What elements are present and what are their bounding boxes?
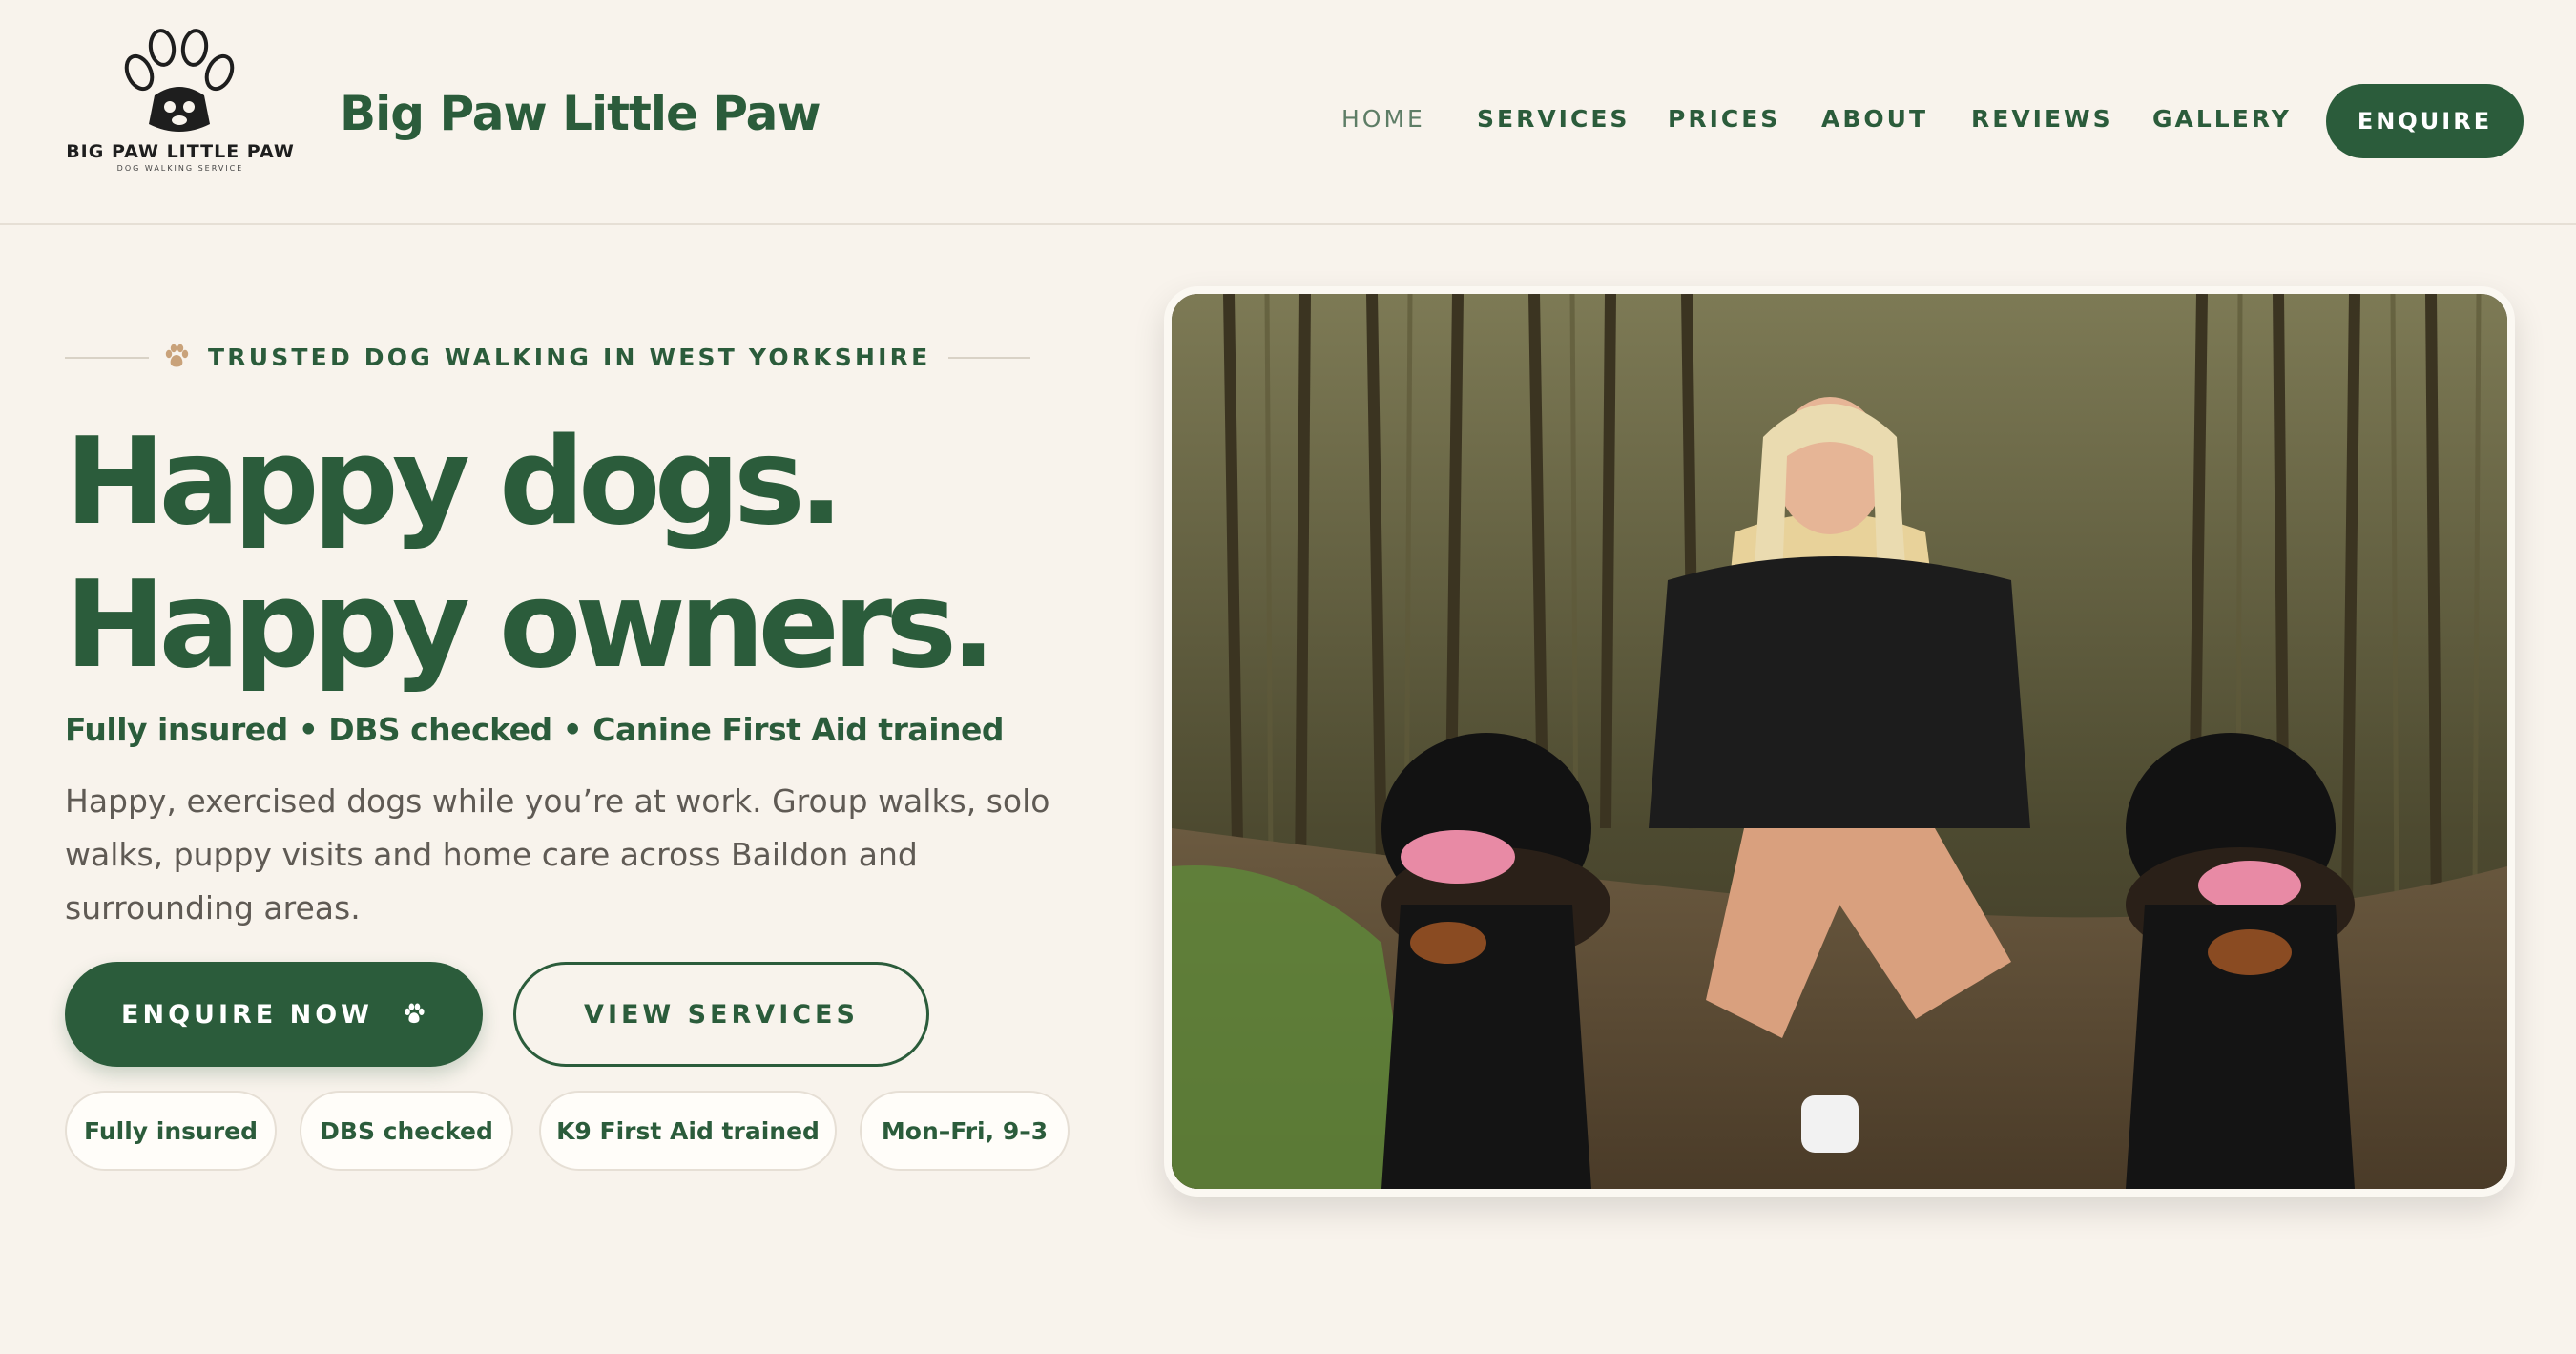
chip-fully-insured: Fully insured	[65, 1091, 277, 1171]
nav-reviews[interactable]: REVIEWS	[1971, 105, 2113, 133]
chip-hours: Mon–Fri, 9–3	[860, 1091, 1070, 1171]
nav-prices[interactable]: PRICES	[1668, 105, 1780, 133]
logo-title: BIG PAW LITTLE PAW	[66, 141, 295, 162]
nav-services[interactable]: SERVICES	[1477, 105, 1630, 133]
main-nav: HOME SERVICES PRICES ABOUT REVIEWS GALLE…	[0, 105, 2576, 143]
nav-home[interactable]: HOME	[1341, 105, 1425, 133]
eyebrow-text: TRUSTED DOG WALKING IN WEST YORKSHIRE	[208, 343, 931, 371]
chip-k9-first-aid: K9 First Aid trained	[539, 1091, 837, 1171]
hero-headline: Happy dogs. Happy owners.	[65, 410, 1076, 697]
eyebrow-divider-right	[948, 357, 1030, 359]
hero-photo	[1164, 286, 2515, 1197]
enquire-button[interactable]: ENQUIRE	[2326, 84, 2524, 158]
enquire-now-label: ENQUIRE NOW	[121, 999, 373, 1030]
nav-gallery[interactable]: GALLERY	[2152, 105, 2292, 133]
eyebrow-divider-left	[65, 357, 149, 359]
paw-icon	[405, 1003, 425, 1024]
hero-photo-illustration	[1172, 294, 2507, 1189]
hero-intro: Happy, exercised dogs while you’re at wo…	[65, 782, 1050, 927]
hero-credentials: Fully insured • DBS checked • Canine Fir…	[65, 711, 1005, 748]
paw-icon	[165, 344, 189, 367]
headline-line-1: Happy dogs.	[65, 411, 844, 552]
chip-dbs-checked: DBS checked	[300, 1091, 513, 1171]
view-services-button[interactable]: VIEW SERVICES	[513, 962, 929, 1067]
site-header: BIG PAW LITTLE PAW DOG WALKING SERVICE B…	[0, 0, 2576, 225]
hero-eyebrow: TRUSTED DOG WALKING IN WEST YORKSHIRE	[162, 340, 930, 374]
nav-about[interactable]: ABOUT	[1821, 105, 1928, 133]
enquire-now-button[interactable]: ENQUIRE NOW	[65, 962, 483, 1067]
logo-subtitle: DOG WALKING SERVICE	[116, 164, 244, 173]
headline-line-2: Happy owners.	[65, 554, 996, 695]
